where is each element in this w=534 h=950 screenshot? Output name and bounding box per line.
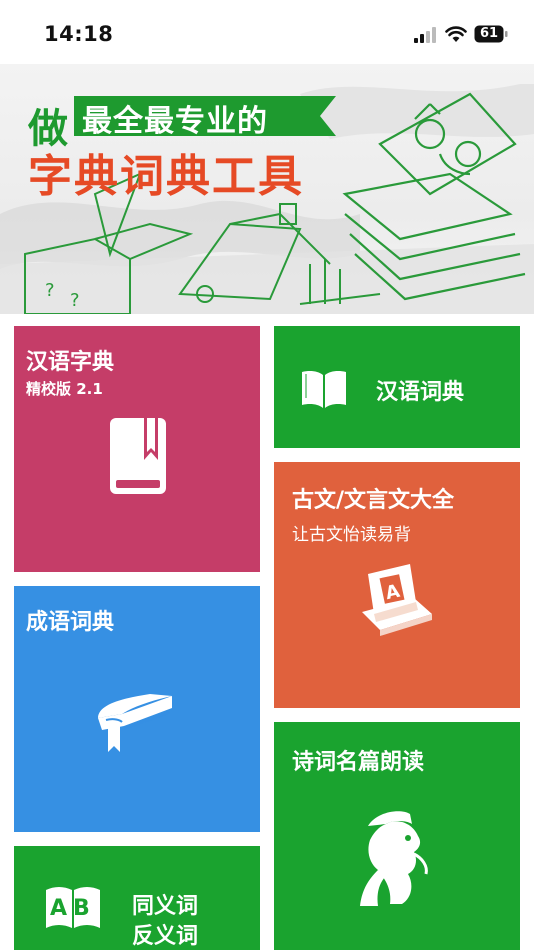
tile-subtitle: 让古文怡读易背 — [292, 525, 411, 545]
poet-silhouette-icon — [360, 811, 428, 906]
tile-title: 汉语词典 — [376, 380, 465, 405]
ab-book-icon: AB — [44, 884, 102, 932]
promo-banner[interactable]: ? ? 做 最全最专业的 字典词典工具 — [0, 64, 534, 314]
wifi-icon — [445, 26, 467, 42]
tile-poetry-reading[interactable]: 诗词名篇朗读 — [274, 722, 520, 950]
banner-headline: 字典词典工具 — [28, 151, 304, 202]
cellular-signal-icon — [414, 27, 436, 43]
banner-ribbon-text: 最全最专业的 — [82, 104, 268, 139]
status-time: 14:18 — [44, 22, 114, 46]
tile-title-line2: 反义词 — [132, 924, 199, 949]
graduation-book-icon — [98, 694, 172, 752]
status-bar: 14:18 61 — [0, 0, 534, 64]
tile-title: 古文/文言文大全 — [292, 488, 455, 513]
tile-synonym-antonym[interactable]: AB 同义词 反义词 — [14, 846, 260, 950]
tile-title-line1: 同义词 — [132, 894, 199, 919]
battery-level: 61 — [479, 26, 499, 41]
ancient-books-icon: A — [362, 564, 432, 636]
battery-icon: 61 — [474, 25, 508, 43]
ab-letters: AB — [50, 896, 96, 921]
tile-title: 成语词典 — [26, 610, 115, 635]
tile-hanzi-dictionary[interactable]: 汉语字典 精校版 2.1 — [14, 326, 260, 572]
bookmarked-book-icon — [110, 418, 166, 494]
svg-text:?: ? — [45, 280, 55, 301]
tile-classical-chinese[interactable]: 古文/文言文大全 让古文怡读易背 A — [274, 462, 520, 708]
open-book-icon — [302, 371, 346, 408]
tile-word-dictionary[interactable]: 汉语词典 — [274, 326, 520, 448]
tile-title: 诗词名篇朗读 — [292, 750, 425, 775]
tile-idiom-dictionary[interactable]: 成语词典 — [14, 586, 260, 832]
tile-title: 汉语字典 — [26, 350, 115, 375]
tile-subtitle: 精校版 2.1 — [26, 380, 103, 398]
svg-text:?: ? — [70, 290, 80, 311]
